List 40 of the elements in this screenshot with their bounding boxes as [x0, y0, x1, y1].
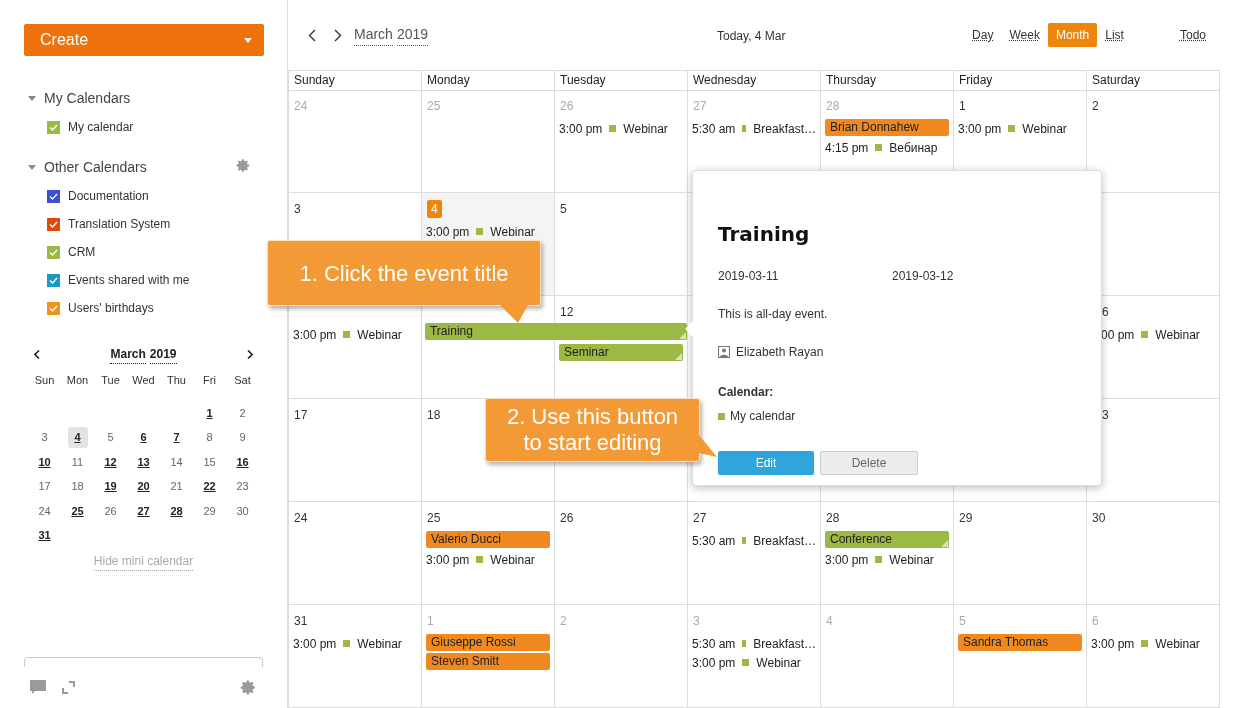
start-date: 2019-03-11 — [718, 268, 780, 285]
event-description: This is all-day event. — [718, 306, 829, 323]
weekday-label: Fri — [202, 373, 217, 388]
event-time: 00 pm — [1101, 326, 1135, 344]
calendar-heading: Calendar: — [718, 384, 775, 401]
event-time: 3:00 pm — [1091, 635, 1135, 653]
calendar-label: My calendar — [68, 119, 134, 136]
event-time: 3:00 pm — [958, 120, 1002, 138]
event-time: 3:00 pm — [293, 635, 337, 653]
event-time: 3:00 pm — [559, 120, 603, 138]
calendar-name: My calendar — [730, 408, 796, 425]
event-time: 3:00 pm — [426, 551, 470, 569]
calendar-label: Documentation — [68, 188, 149, 205]
weekday-label: Tue — [100, 373, 121, 388]
weekday-header: Thursday — [821, 71, 954, 91]
weekday-label: Thu — [166, 373, 187, 388]
weekday-label: Wed — [131, 373, 156, 388]
event-time: 5:30 am — [692, 532, 736, 550]
event-time: 5:30 am — [692, 120, 736, 138]
event-time: 3:00 pm — [426, 223, 470, 241]
calendar-label: CRM — [68, 244, 96, 261]
calendar-label: Translation System — [68, 216, 171, 233]
weekday-header: Tuesday — [555, 71, 688, 91]
end-date: 2019-03-12 — [892, 268, 954, 285]
event-time: 5:30 am — [692, 635, 736, 653]
event-time: 3:00 pm — [692, 654, 736, 672]
event-time: 4:15 pm — [825, 139, 869, 157]
weekday-header: Friday — [954, 71, 1087, 91]
weekday-header: Sunday — [289, 71, 422, 91]
calendar-label: Events shared with me — [68, 272, 190, 289]
weekday-label: Sun — [33, 373, 56, 388]
popup-title: Training — [718, 221, 811, 248]
weekday-header: Saturday — [1087, 71, 1220, 91]
event-time: 3:00 pm — [293, 326, 337, 344]
weekday-label: Sat — [233, 373, 252, 388]
weekday-header: Monday — [422, 71, 555, 91]
calendar-label: Users' birthdays — [68, 300, 154, 317]
event-time: 3:00 pm — [825, 551, 869, 569]
weekday-label: Mon — [65, 373, 90, 388]
weekday-header: Wednesday — [688, 71, 821, 91]
